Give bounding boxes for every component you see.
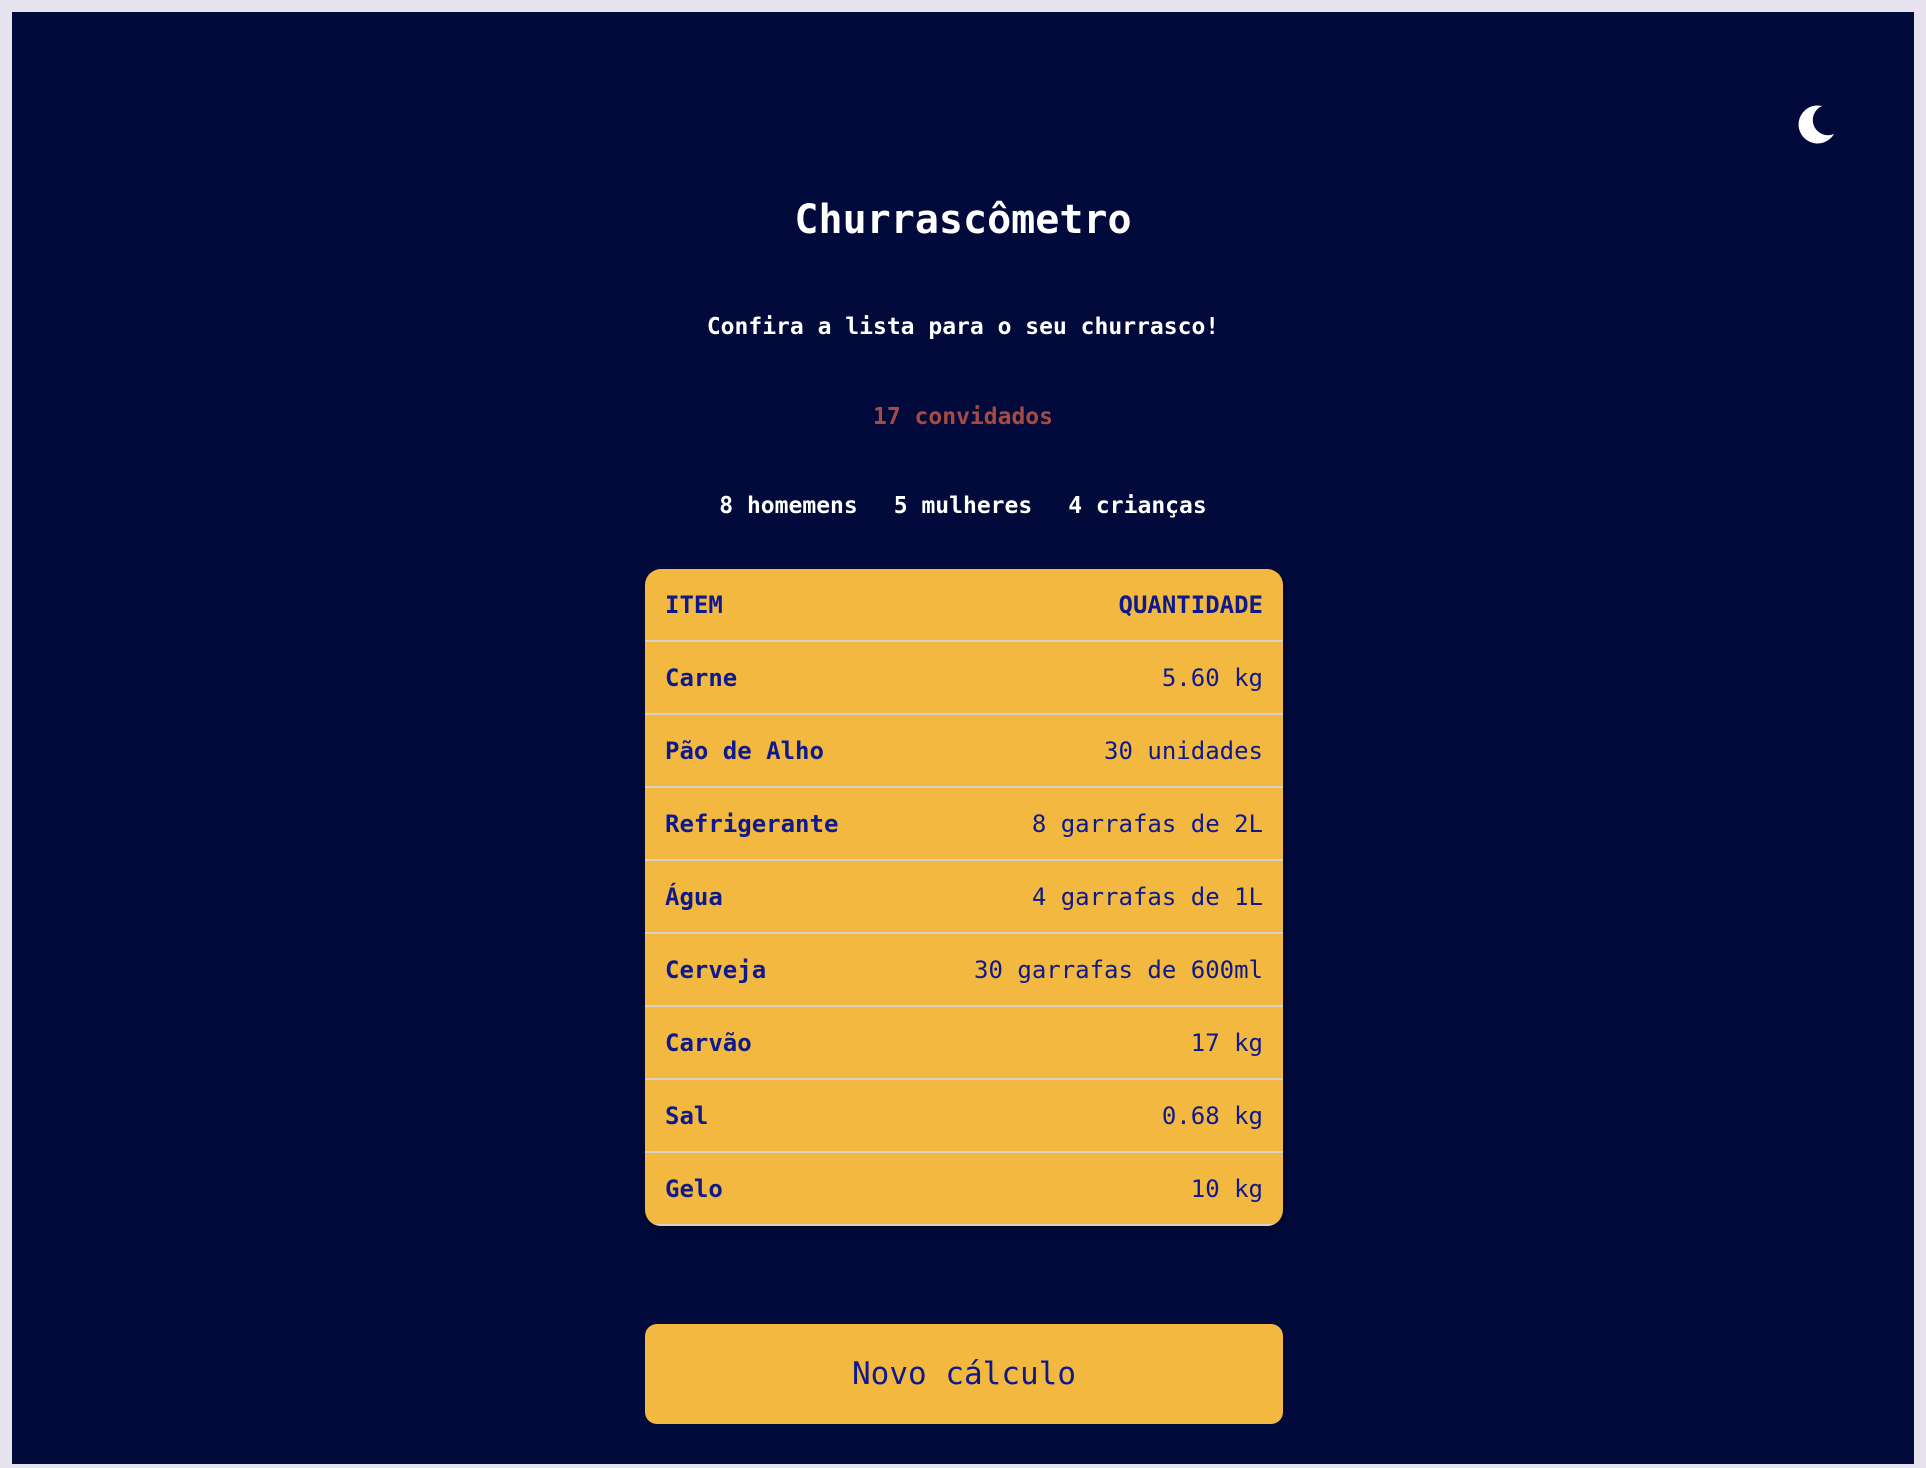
row-quantity: 0.68 kg xyxy=(1161,1101,1263,1130)
guests-count: 17 convidados xyxy=(872,404,1053,430)
row-item: Água xyxy=(665,882,723,911)
row-quantity: 30 unidades xyxy=(1104,736,1263,765)
theme-toggle-button[interactable] xyxy=(1792,100,1840,148)
table-row: Carne 5.60 kg xyxy=(645,642,1283,715)
table-row: Cerveja 30 garrafas de 600ml xyxy=(645,934,1283,1007)
moon-icon xyxy=(1798,105,1834,144)
row-quantity: 5.60 kg xyxy=(1161,663,1263,692)
row-quantity: 17 kg xyxy=(1190,1028,1263,1057)
table-row: Gelo 10 kg xyxy=(645,1153,1283,1226)
column-header-quantity: QUANTIDADE xyxy=(1118,590,1264,619)
column-header-item: ITEM xyxy=(665,590,723,619)
table-row: Refrigerante 8 garrafas de 2L xyxy=(645,788,1283,861)
app-container: Churrascômetro Confira a lista para o se… xyxy=(12,12,1914,1464)
children-count: 4 crianças xyxy=(1068,493,1207,519)
table-row: Pão de Alho 30 unidades xyxy=(645,715,1283,788)
row-item: Carvão xyxy=(665,1028,752,1057)
shopping-list-table: ITEM QUANTIDADE Carne 5.60 kg Pão de Alh… xyxy=(645,569,1283,1226)
table-row: Carvão 17 kg xyxy=(645,1007,1283,1080)
men-count: 8 homemens xyxy=(719,493,858,519)
row-quantity: 4 garrafas de 1L xyxy=(1031,882,1263,911)
page-subtitle: Confira a lista para o seu churrasco! xyxy=(706,314,1220,340)
row-item: Refrigerante xyxy=(665,809,839,838)
guests-breakdown: 8 homemens 5 mulheres 4 crianças xyxy=(12,495,1914,518)
row-item: Gelo xyxy=(665,1174,723,1203)
row-quantity: 10 kg xyxy=(1190,1174,1263,1203)
table-header-row: ITEM QUANTIDADE xyxy=(645,569,1283,642)
page-title: Churrascômetro xyxy=(794,197,1132,243)
row-quantity: 8 garrafas de 2L xyxy=(1031,809,1263,838)
row-item: Cerveja xyxy=(665,955,767,984)
row-quantity: 30 garrafas de 600ml xyxy=(974,955,1263,984)
table-row: Água 4 garrafas de 1L xyxy=(645,861,1283,934)
row-item: Pão de Alho xyxy=(665,736,824,765)
row-item: Sal xyxy=(665,1101,709,1130)
table-row: Sal 0.68 kg xyxy=(645,1080,1283,1153)
new-calculation-button[interactable]: Novo cálculo xyxy=(645,1324,1283,1424)
row-item: Carne xyxy=(665,663,738,692)
women-count: 5 mulheres xyxy=(893,493,1033,519)
